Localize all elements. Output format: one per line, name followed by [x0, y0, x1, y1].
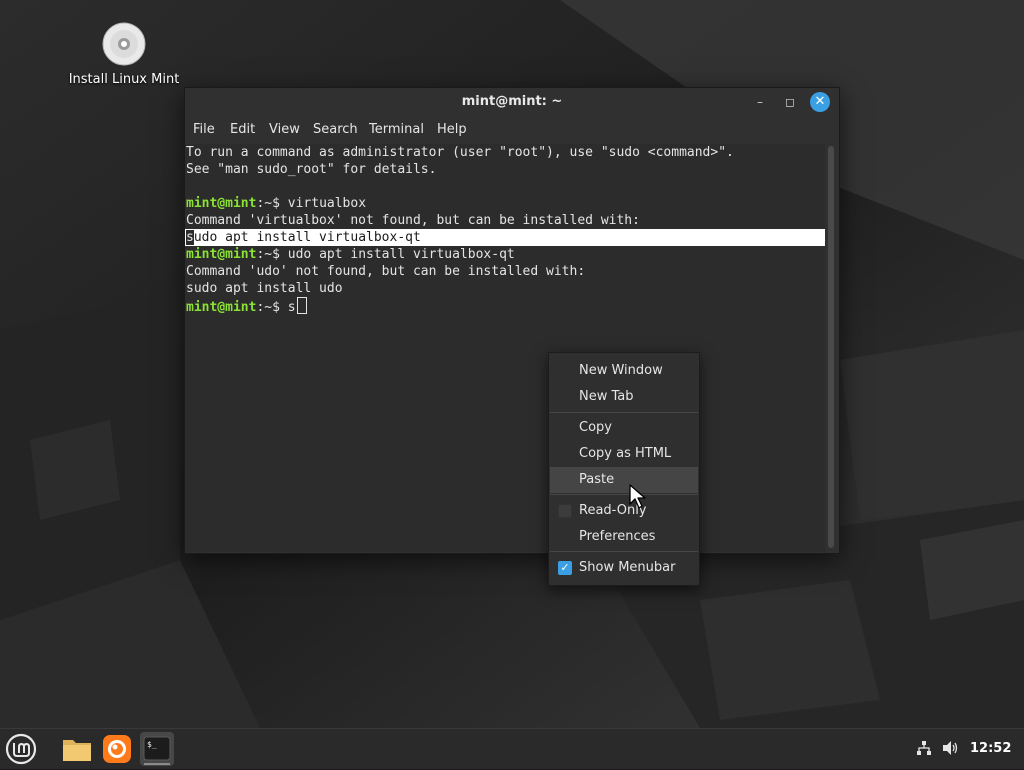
maximize-button[interactable]: ◻	[782, 94, 798, 110]
menu-item-preferences[interactable]: Preferences	[550, 524, 698, 550]
terminal-line: mint@mint:~$ udo apt install virtualbox-…	[186, 246, 515, 263]
menu-item-show-menubar[interactable]: ✓ Show Menubar	[550, 555, 698, 581]
taskbar-terminal-button[interactable]: $_	[140, 732, 174, 766]
menu-item-label: Show Menubar	[579, 560, 676, 575]
start-menu-button[interactable]	[4, 732, 38, 766]
text-cursor	[296, 297, 307, 314]
prompt-path: :~$	[256, 247, 288, 262]
window-titlebar[interactable]: mint@mint: ~ – ◻ ✕	[185, 88, 839, 116]
prompt-user: mint@mint	[186, 300, 257, 315]
menu-terminal[interactable]: Terminal	[369, 122, 424, 137]
context-menu: New Window New Tab Copy Copy as HTML Pas…	[548, 352, 700, 586]
terminal-output[interactable]: To run a command as administrator (user …	[185, 144, 825, 552]
terminal-line: mint@mint:~$ s	[186, 297, 307, 315]
menu-help[interactable]: Help	[437, 122, 467, 137]
selected-text: udo apt install virtualbox-qt	[193, 230, 421, 245]
command-text: s	[287, 300, 296, 315]
minimize-button[interactable]: –	[752, 94, 768, 110]
scrollbar[interactable]	[828, 146, 834, 548]
menu-item-new-tab[interactable]: New Tab	[550, 384, 698, 410]
unselected-char: s	[186, 230, 194, 245]
taskbar-files-button[interactable]	[60, 732, 94, 766]
terminal-line: mint@mint:~$ virtualbox	[186, 195, 366, 212]
network-icon[interactable]	[916, 740, 932, 756]
menu-item-copy-as-html[interactable]: Copy as HTML	[550, 441, 698, 467]
window-title: mint@mint: ~	[461, 94, 563, 109]
menu-item-paste[interactable]: Paste	[550, 467, 698, 493]
dvd-installer-icon	[102, 22, 146, 66]
terminal-line-selected: sudo apt install virtualbox-qt	[186, 229, 421, 246]
menu-item-label: Paste	[579, 472, 615, 487]
files-folder-icon	[63, 740, 91, 761]
menu-file[interactable]: File	[193, 122, 215, 137]
desktop-icon-install-linux-mint[interactable]: Install Linux Mint	[64, 22, 184, 87]
prompt-path: :~$	[256, 300, 288, 315]
prompt-path: :~$	[256, 196, 288, 211]
menu-separator	[550, 551, 698, 552]
menu-edit[interactable]: Edit	[230, 122, 255, 137]
menubar: File Edit View Search Terminal Help	[185, 116, 839, 142]
terminal-line: To run a command as administrator (user …	[186, 145, 734, 160]
command-text: udo apt install virtualbox-qt	[287, 247, 515, 262]
terminal-line: Command 'udo' not found, but can be inst…	[186, 264, 586, 279]
close-button[interactable]: ✕	[810, 92, 830, 112]
menu-item-label: Copy	[579, 420, 612, 435]
menu-separator	[550, 412, 698, 413]
linux-mint-menu-icon	[5, 733, 37, 765]
menu-separator	[550, 494, 698, 495]
clock[interactable]: 12:52	[970, 741, 1011, 756]
menu-item-label: Preferences	[579, 529, 656, 544]
svg-text:$_: $_	[147, 740, 157, 749]
prompt-user: mint@mint	[186, 247, 257, 262]
menu-item-copy[interactable]: Copy	[550, 415, 698, 441]
terminal-line: See "man sudo_root" for details.	[186, 162, 437, 177]
menu-item-read-only[interactable]: Read-Only	[550, 498, 698, 524]
command-text: virtualbox	[287, 196, 367, 211]
menu-item-label: New Window	[579, 363, 663, 378]
desktop-icon-label: Install Linux Mint	[68, 72, 180, 87]
firefox-icon	[103, 735, 131, 763]
terminal-line: sudo apt install udo	[186, 281, 343, 296]
menu-search[interactable]: Search	[313, 122, 358, 137]
menu-view[interactable]: View	[269, 122, 300, 137]
taskbar-firefox-button[interactable]	[100, 732, 134, 766]
terminal-window[interactable]: mint@mint: ~ – ◻ ✕ File Edit View Search…	[184, 87, 840, 554]
taskbar: $_ 12:52	[0, 728, 1024, 769]
checkbox-checked-icon[interactable]: ✓	[558, 561, 572, 575]
mouse-pointer-icon	[629, 484, 646, 509]
checkbox-unchecked-icon[interactable]	[558, 504, 572, 518]
prompt-user: mint@mint	[186, 196, 257, 211]
menu-item-label: Copy as HTML	[579, 446, 672, 461]
menu-item-new-window[interactable]: New Window	[550, 358, 698, 384]
volume-icon[interactable]	[942, 740, 960, 756]
menu-item-label: New Tab	[579, 389, 634, 404]
terminal-icon: $_	[143, 736, 171, 761]
terminal-line: Command 'virtualbox' not found, but can …	[186, 213, 640, 228]
